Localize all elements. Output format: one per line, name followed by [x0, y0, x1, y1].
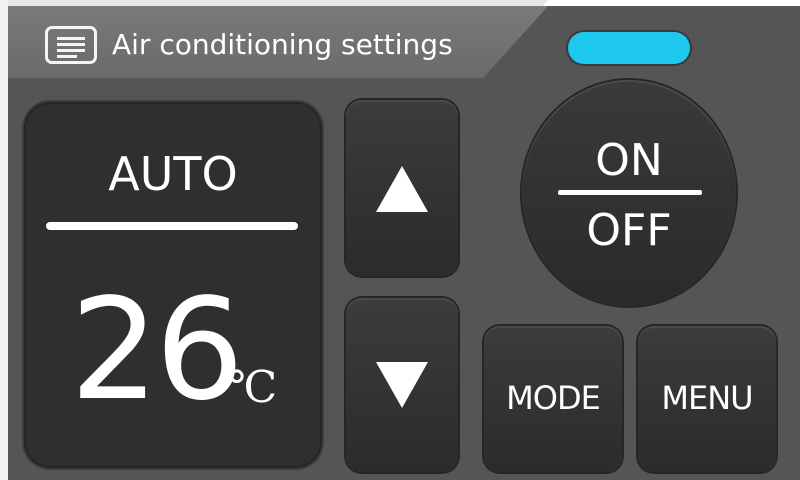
- page-title: Air conditioning settings: [112, 28, 453, 61]
- mode-button[interactable]: MODE: [484, 326, 622, 472]
- ac-control-screen: Air conditioning settings AUTO 26 ℃ ON O…: [0, 0, 800, 480]
- power-divider: [558, 190, 702, 195]
- power-toggle-button[interactable]: ON OFF: [522, 80, 736, 306]
- header-highlight: [8, 0, 548, 6]
- mode-button-label: MODE: [506, 379, 601, 417]
- temperature-readout: 26: [70, 269, 244, 432]
- menu-button-label: MENU: [661, 379, 753, 417]
- settings-list-icon[interactable]: [45, 26, 97, 64]
- screen-edge: [0, 0, 8, 480]
- mode-readout: AUTO: [108, 147, 238, 201]
- triangle-down-icon: [376, 362, 428, 408]
- temperature-up-button[interactable]: [346, 100, 458, 276]
- triangle-up-icon: [376, 166, 428, 212]
- temperature-unit: ℃: [228, 362, 278, 413]
- temperature-down-button[interactable]: [346, 298, 458, 472]
- settings-icon-line: [57, 55, 77, 58]
- settings-icon-line: [57, 43, 85, 46]
- mode-underline: [46, 222, 298, 230]
- power-off-label: OFF: [586, 205, 672, 256]
- status-indicator: [568, 32, 690, 64]
- power-on-label: ON: [595, 135, 663, 186]
- menu-button[interactable]: MENU: [638, 326, 776, 472]
- settings-icon-line: [57, 49, 85, 52]
- settings-icon-line: [57, 37, 85, 40]
